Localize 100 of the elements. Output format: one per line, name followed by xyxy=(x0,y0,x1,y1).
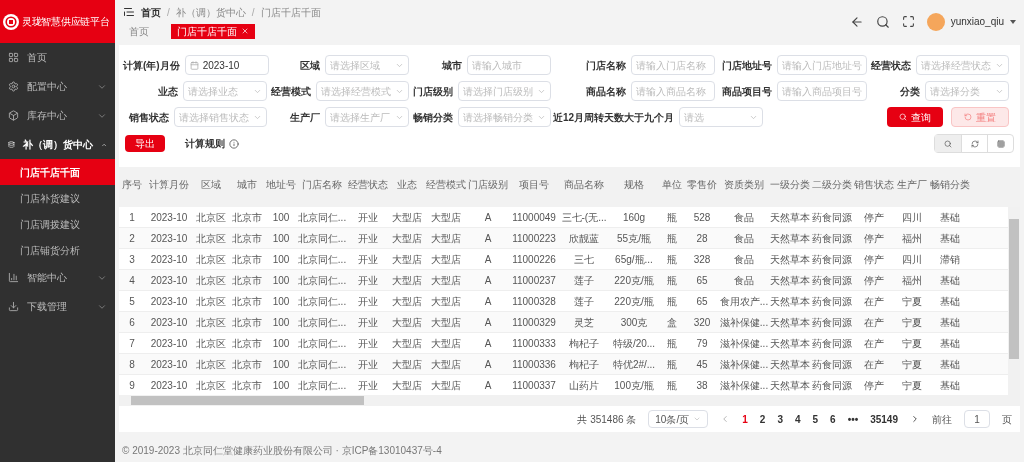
table-cell-text: 天然草本 xyxy=(769,336,811,351)
table-cell-text: 停产 xyxy=(863,252,885,267)
caret-icon[interactable] xyxy=(1010,19,1016,24)
page-tab[interactable]: 首页 xyxy=(123,23,155,39)
table-cell-text: 基础 xyxy=(939,378,961,393)
table-cell-text: 宁夏 xyxy=(901,294,923,309)
table-cell-text: 开业 xyxy=(357,378,379,393)
table-cell-text: 天然草本 xyxy=(769,231,811,246)
page-tab[interactable]: 门店千店千面 xyxy=(171,23,255,39)
table-cell-text: 大型店 xyxy=(391,252,423,267)
table-cell-text: 北京同仁... xyxy=(297,357,347,372)
page-number[interactable]: 1 xyxy=(742,411,748,427)
bar-chart-icon xyxy=(8,272,19,283)
table-cell-text: 38 xyxy=(695,378,709,393)
table-cell-text: 大型店 xyxy=(430,252,462,267)
column-header: 二级分类 xyxy=(811,178,853,191)
sidebar-item[interactable]: 下载管理 xyxy=(0,292,115,321)
table-cell-text: 开业 xyxy=(357,357,379,372)
sidebar-item-label: 智能中心 xyxy=(27,271,68,285)
back-arrow-icon[interactable] xyxy=(849,14,864,29)
submenu-item[interactable]: 门店补货建议 xyxy=(0,185,115,211)
table-cell-text: 8 xyxy=(128,357,136,372)
table-cell-text: 药食同源 xyxy=(811,273,853,288)
table-cell-text: 28 xyxy=(695,231,709,246)
filter-label: 城市 xyxy=(441,58,462,73)
close-icon[interactable] xyxy=(241,27,249,35)
breadcrumb-item[interactable]: 门店千店千面 xyxy=(260,4,321,20)
table-cell-text: 11000223 xyxy=(511,231,557,246)
next-page-icon[interactable] xyxy=(910,414,920,424)
table-cell-text: 开业 xyxy=(357,231,379,246)
table-cell-text: A xyxy=(483,252,493,267)
table-cell-text: 在产 xyxy=(863,336,885,351)
username[interactable]: yunxiao_qiu xyxy=(950,14,1004,29)
table-cell-text: 大型店 xyxy=(430,315,462,330)
table-cell-text: 天然草本 xyxy=(769,294,811,309)
table-cell-text: 宁夏 xyxy=(901,378,923,393)
submenu-item[interactable]: 门店千店千面 xyxy=(0,159,115,185)
sidebar-item-label: 首页 xyxy=(27,51,48,65)
rules-link[interactable]: 计算规则 xyxy=(185,136,225,151)
sidebar-item[interactable]: 智能中心 xyxy=(0,263,115,292)
sidebar-item[interactable]: 库存中心 xyxy=(0,101,115,130)
table-cell-text: 瓶 xyxy=(666,273,678,288)
table-cell-text: 11000328 xyxy=(511,294,557,309)
table-cell-text: 2023-10 xyxy=(149,315,189,330)
column-header: 单位 xyxy=(661,178,683,191)
table-cell-text: 2023-10 xyxy=(149,294,189,309)
search-icon[interactable] xyxy=(875,14,890,29)
page-number[interactable]: 4 xyxy=(795,411,801,427)
table-cell-text: 北京同仁... xyxy=(297,210,347,225)
submenu-item[interactable]: 门店调拨建议 xyxy=(0,211,115,237)
app-title: 灵珑智慧供应链平台 xyxy=(22,15,110,29)
table-cell-text: 大型店 xyxy=(391,294,423,309)
table-cell-text: 天然草本 xyxy=(769,357,811,372)
table-cell-text: 食品 xyxy=(733,210,755,225)
avatar[interactable] xyxy=(926,12,945,31)
page-number[interactable]: 6 xyxy=(830,411,836,427)
breadcrumb-separator: / xyxy=(167,5,170,20)
page-number[interactable]: 5 xyxy=(812,411,819,427)
table-cell-text: 药食同源 xyxy=(811,315,853,330)
info-icon[interactable] xyxy=(229,138,239,149)
footer-copyright: © 2019-2023 北京同仁堂健康药业股份有限公司 · 京ICP备13010437号-4 xyxy=(121,444,443,458)
submenu-item[interactable]: 门店铺货分析 xyxy=(0,237,115,263)
breadcrumb-item[interactable]: 首页 xyxy=(141,4,161,20)
table-cell-text: 药食同源 xyxy=(811,294,853,309)
page-number[interactable]: 2 xyxy=(759,411,766,427)
table-cell-text: 大型店 xyxy=(430,231,462,246)
filter-label: 经营状态 xyxy=(870,58,911,73)
fullscreen-icon[interactable] xyxy=(901,15,915,28)
sidebar-item[interactable]: 补（调）货中心 xyxy=(0,130,115,159)
filter-label: 经营模式 xyxy=(270,84,311,99)
column-header: 门店级别 xyxy=(467,178,509,191)
search-toggle-button[interactable] xyxy=(935,135,961,152)
table-cell-text: 莲子 xyxy=(573,294,595,309)
breadcrumb-item[interactable]: 补（调）货中心 xyxy=(175,4,246,20)
page-size-select[interactable]: 10条/页 xyxy=(648,410,709,428)
table-cell-text: 北京市 xyxy=(231,273,263,288)
date-field[interactable]: 2023-10 xyxy=(184,55,269,75)
table-cell-text: 北京区 xyxy=(195,231,227,246)
export-button[interactable]: 导出 xyxy=(125,135,165,152)
filter-label: 门店地址号 xyxy=(721,58,772,73)
table-cell-text: 三七 xyxy=(573,252,595,267)
search-icon xyxy=(944,139,952,148)
page-number[interactable]: 3 xyxy=(777,411,783,427)
filter-label: 门店级别 xyxy=(412,84,453,99)
page-number[interactable]: 35149 xyxy=(870,411,898,427)
sidebar-item[interactable]: 首页 xyxy=(0,43,115,72)
table-cell-text: 大型店 xyxy=(430,294,462,309)
page-number[interactable]: ••• xyxy=(847,411,859,427)
page-input[interactable]: 1 xyxy=(964,410,990,428)
query-button[interactable]: 查询 xyxy=(887,107,943,127)
menu-icon[interactable] xyxy=(123,6,135,18)
filter-label: 计算(年)月份 xyxy=(123,58,180,73)
table-cell-text: 3 xyxy=(128,252,136,267)
table-cell-text: 79 xyxy=(695,336,709,351)
table-cell-text: 北京同仁... xyxy=(297,315,347,330)
sidebar-item[interactable]: 配置中心 xyxy=(0,72,115,101)
table-cell-text: 开业 xyxy=(357,273,379,288)
logo-icon xyxy=(3,13,19,30)
table-cell-text: 滞销 xyxy=(939,252,961,267)
breadcrumb-separator: / xyxy=(251,5,255,20)
